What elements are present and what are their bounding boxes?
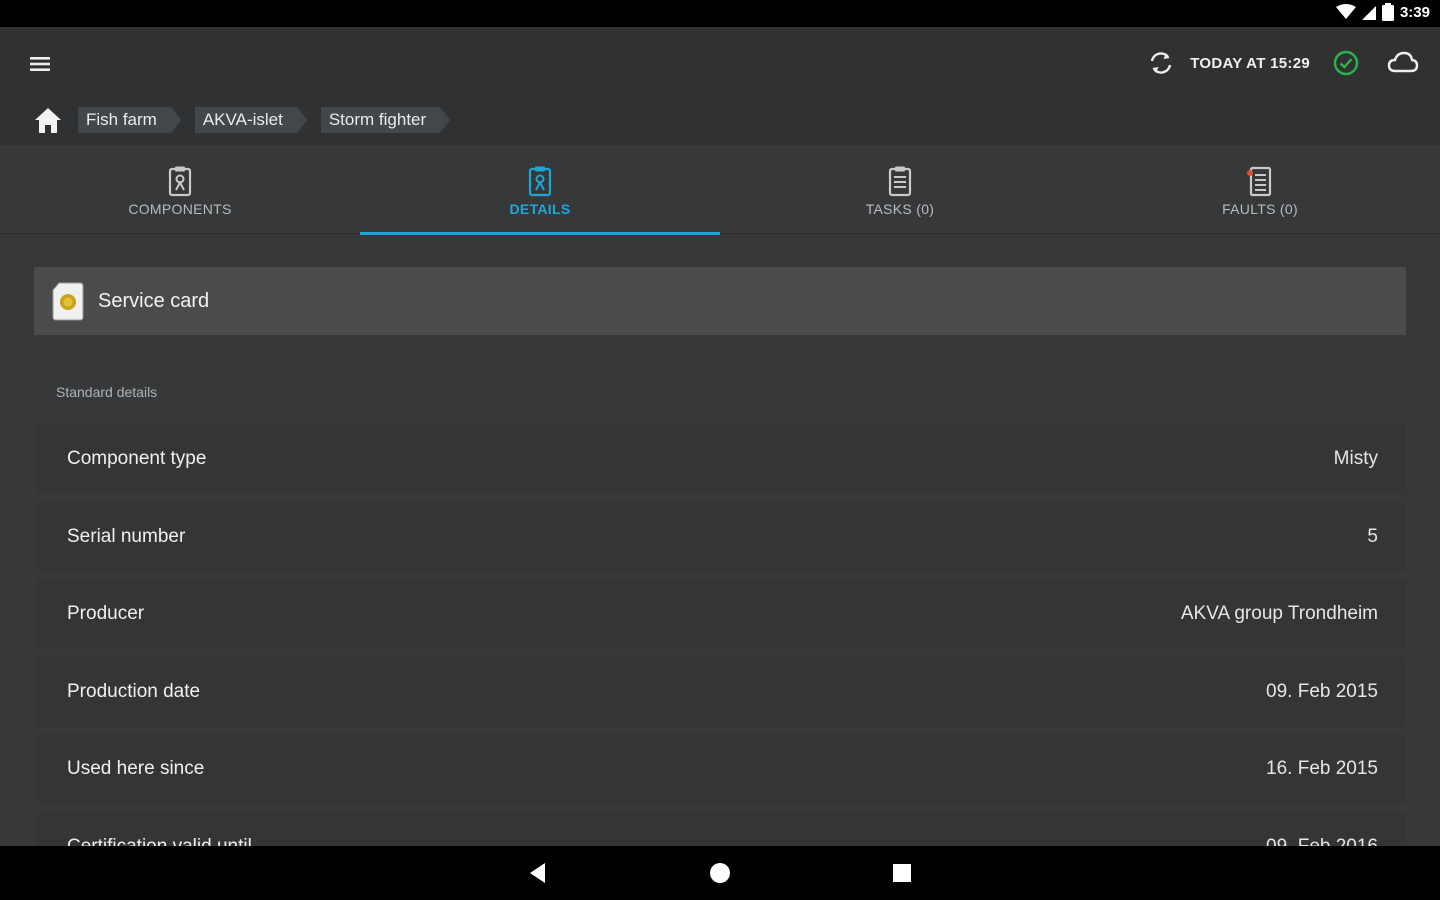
tab-label: FAULTS (0): [1222, 201, 1298, 217]
tab-components[interactable]: COMPONENTS: [0, 145, 360, 233]
detail-value: 16. Feb 2015: [1266, 758, 1378, 779]
tab-details[interactable]: DETAILS: [360, 145, 720, 235]
home-circle-icon[interactable]: [706, 859, 734, 887]
detail-row-component-type: Component type Misty: [36, 424, 1406, 494]
app-header: TODAY AT 15:29 Fish farm AKVA-islet Stor…: [0, 27, 1440, 145]
detail-label: Component type: [67, 448, 207, 469]
check-circle-icon: [1333, 50, 1359, 76]
tab-tasks[interactable]: TASKS (0): [720, 145, 1080, 233]
detail-label: Production date: [67, 680, 201, 702]
breadcrumb-item-akva-islet[interactable]: AKVA-islet: [194, 107, 307, 133]
detail-value: Misty: [1333, 448, 1378, 469]
detail-value: 09. Feb 2015: [1266, 680, 1378, 702]
tab-label: DETAILS: [509, 201, 571, 217]
detail-label: Used here since: [67, 758, 205, 779]
sync-icon[interactable]: [1146, 48, 1176, 78]
task-list-icon: [888, 166, 912, 197]
recent-apps-icon[interactable]: [888, 859, 916, 887]
tab-label: TASKS (0): [865, 201, 935, 217]
detail-row-production-date: Production date 09. Feb 2015: [36, 656, 1406, 727]
breadcrumb: Fish farm AKVA-islet Storm fighter: [32, 105, 464, 135]
sync-status: TODAY AT 15:29: [1146, 47, 1420, 79]
detail-label: Serial number: [67, 525, 186, 547]
detail-value: AKVA group Trondheim: [1180, 603, 1378, 624]
cell-signal-icon: [1361, 6, 1376, 20]
status-icons: 3:39: [1335, 3, 1430, 21]
section-title: Standard details: [56, 384, 158, 400]
detail-row-serial-number: Serial number 5: [36, 501, 1406, 572]
navigation-bar: [0, 846, 1440, 900]
hamburger-menu-icon[interactable]: [28, 53, 54, 75]
breadcrumb-item-fish-farm[interactable]: Fish farm: [78, 107, 181, 133]
breadcrumb-item-storm-fighter[interactable]: Storm fighter: [320, 107, 451, 133]
detail-row-producer: Producer AKVA group Trondheim: [36, 579, 1406, 649]
cloud-icon[interactable]: [1386, 49, 1420, 77]
status-bar: 3:39: [0, 0, 1440, 27]
service-card-icon: [52, 282, 84, 321]
wifi-icon: [1335, 4, 1356, 19]
clipboard-component-icon: [168, 166, 192, 197]
tab-label: COMPONENTS: [128, 201, 232, 217]
battery-icon: [1381, 3, 1394, 21]
clipboard-details-icon: [528, 166, 552, 197]
service-card-label: Service card: [98, 289, 210, 312]
service-card-button[interactable]: Service card: [34, 267, 1406, 335]
tab-bar: COMPONENTS DETAILS TASKS (0) FAULTS (0): [0, 145, 1440, 235]
detail-row-used-here-since: Used here since 16. Feb 2015: [36, 734, 1406, 804]
last-sync-time: TODAY AT 15:29: [1190, 54, 1310, 72]
fault-list-icon: [1247, 166, 1272, 197]
detail-label: Producer: [67, 603, 145, 624]
status-time: 3:39: [1399, 3, 1430, 21]
details-list: Component type Misty Serial number 5 Pro…: [36, 424, 1406, 889]
tab-faults[interactable]: FAULTS (0): [1080, 145, 1440, 233]
back-icon[interactable]: [524, 859, 552, 887]
detail-value: 5: [1367, 525, 1378, 547]
home-icon[interactable]: [32, 105, 64, 135]
